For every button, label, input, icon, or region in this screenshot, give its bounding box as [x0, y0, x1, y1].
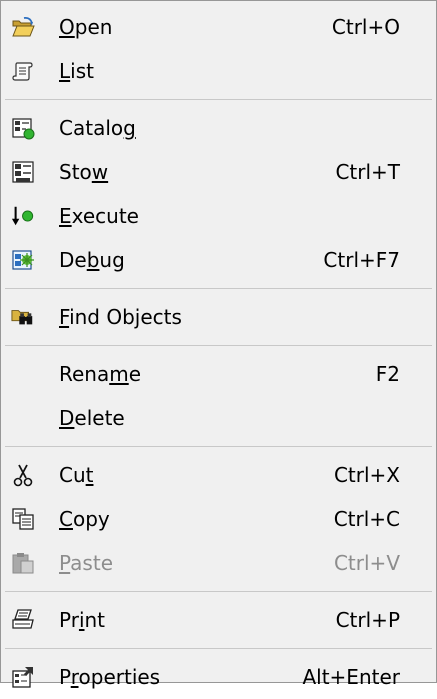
menu-item-cut[interactable]: Cut Ctrl+X [3, 453, 434, 497]
menu-item-open[interactable]: Open Ctrl+O [3, 5, 434, 49]
menu-item-delete[interactable]: Delete [3, 396, 434, 440]
menu-item-shortcut: Ctrl+F7 [323, 248, 400, 272]
menu-separator [3, 282, 434, 295]
context-menu-items: Open Ctrl+O List Catalog Stow Ctrl+T Exe… [3, 5, 434, 689]
execute-icon [11, 204, 35, 228]
find-objects-icon [11, 305, 35, 329]
menu-item-copy[interactable]: Copy Ctrl+C [3, 497, 434, 541]
menu-item-execute[interactable]: Execute [3, 194, 434, 238]
menu-item-shortcut: Ctrl+O [331, 15, 400, 39]
context-menu: Open Ctrl+O List Catalog Stow Ctrl+T Exe… [0, 0, 437, 689]
menu-item-stow[interactable]: Stow Ctrl+T [3, 150, 434, 194]
list-scroll-icon [11, 59, 35, 83]
menu-item-label: Debug [59, 248, 125, 272]
menu-item-label: List [59, 59, 94, 83]
menu-separator [3, 642, 434, 655]
menu-item-rename[interactable]: Rename F2 [3, 352, 434, 396]
menu-item-shortcut: Ctrl+V [333, 551, 400, 575]
menu-item-label: Copy [59, 507, 110, 531]
catalog-icon [11, 116, 35, 140]
stow-icon [11, 160, 35, 184]
menu-item-list[interactable]: List [3, 49, 434, 93]
menu-item-paste: Paste Ctrl+V [3, 541, 434, 585]
properties-icon [11, 665, 35, 689]
scissors-icon [11, 463, 35, 487]
menu-item-label: Print [59, 608, 106, 632]
menu-item-label: Find Objects [59, 305, 182, 329]
menu-separator [3, 585, 434, 598]
menu-item-label: Catalog [59, 116, 136, 140]
open-folder-icon [11, 15, 35, 39]
paste-icon [11, 551, 35, 575]
menu-separator [3, 339, 434, 352]
menu-item-label: Delete [59, 406, 125, 430]
menu-item-label: Properties [59, 665, 161, 689]
menu-item-label: Paste [59, 551, 113, 575]
menu-item-debug[interactable]: Debug Ctrl+F7 [3, 238, 434, 282]
menu-item-catalog[interactable]: Catalog [3, 106, 434, 150]
menu-item-print[interactable]: Print Ctrl+P [3, 598, 434, 642]
menu-item-shortcut: F2 [375, 362, 400, 386]
menu-item-shortcut: Ctrl+T [335, 160, 400, 184]
copy-icon [11, 507, 35, 531]
menu-item-find-objects[interactable]: Find Objects [3, 295, 434, 339]
menu-separator [3, 440, 434, 453]
menu-item-shortcut: Alt+Enter [302, 665, 400, 689]
menu-item-label: Execute [59, 204, 139, 228]
menu-item-label: Cut [59, 463, 94, 487]
menu-item-shortcut: Ctrl+X [333, 463, 400, 487]
menu-item-shortcut: Ctrl+P [335, 608, 400, 632]
menu-item-label: Open [59, 15, 113, 39]
menu-item-properties[interactable]: Properties Alt+Enter [3, 655, 434, 699]
menu-item-label: Stow [59, 160, 109, 184]
debug-icon [11, 248, 35, 272]
menu-item-label: Rename [59, 362, 142, 386]
printer-icon [11, 608, 35, 632]
menu-item-shortcut: Ctrl+C [333, 507, 400, 531]
menu-separator [3, 93, 434, 106]
